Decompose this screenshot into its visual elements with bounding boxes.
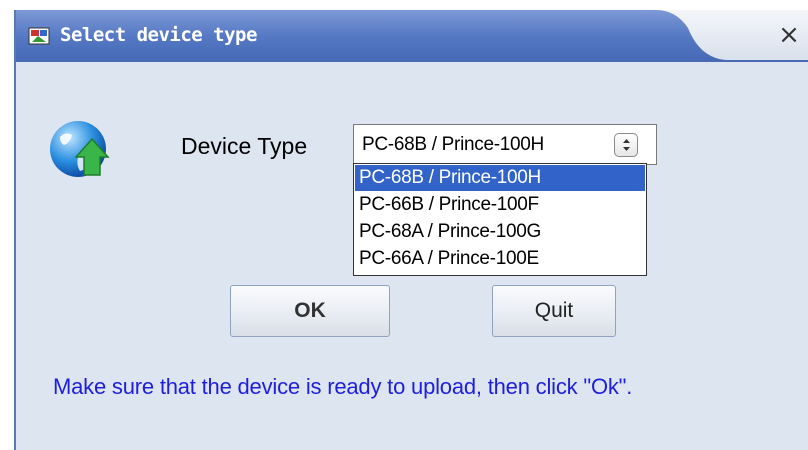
dropdown-option[interactable]: PC-68B / Prince-100H xyxy=(355,165,645,191)
device-type-label: Device Type xyxy=(181,133,308,159)
device-type-select-value: PC-68B / Prince-100H xyxy=(362,134,544,155)
select-device-dialog: Select device type × Device Type PC-68B … xyxy=(14,10,808,450)
ok-button[interactable]: OK xyxy=(230,285,390,337)
app-icon xyxy=(28,25,50,47)
close-button[interactable]: × xyxy=(776,22,802,48)
instruction-message: Make sure that the device is ready to up… xyxy=(53,374,633,399)
title-bar[interactable]: Select device type × xyxy=(16,10,808,62)
globe-upload-icon xyxy=(48,117,112,181)
device-type-select[interactable]: PC-68B / Prince-100H xyxy=(353,124,657,165)
up-down-arrows-icon[interactable] xyxy=(614,133,638,157)
dropdown-option[interactable]: PC-66B / Prince-100F xyxy=(355,192,645,218)
dropdown-option[interactable]: PC-66A / Prince-100E xyxy=(355,246,645,272)
device-type-dropdown-list: PC-68B / Prince-100H PC-66B / Prince-100… xyxy=(353,163,647,276)
quit-button[interactable]: Quit xyxy=(492,285,616,337)
window-title: Select device type xyxy=(60,24,257,46)
dropdown-option[interactable]: PC-68A / Prince-100G xyxy=(355,219,645,245)
